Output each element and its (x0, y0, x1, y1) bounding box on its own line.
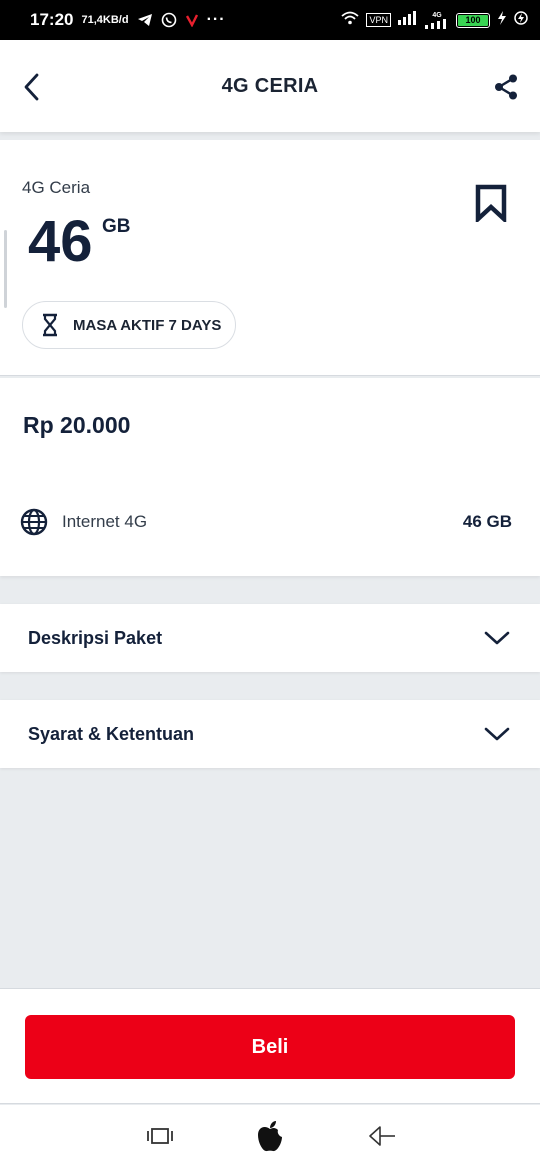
vpn-indicator: VPN (366, 13, 391, 27)
recent-apps-icon (147, 1128, 173, 1144)
apple-icon (258, 1121, 282, 1152)
recent-apps-button[interactable] (146, 1127, 174, 1150)
back-arrow-icon (369, 1126, 395, 1146)
package-price: Rp 20.000 (23, 412, 131, 438)
buy-button[interactable]: Beli (25, 1015, 515, 1079)
more-notifications-icon: ··· (206, 11, 226, 28)
hourglass-icon (43, 313, 57, 337)
telegram-icon (137, 13, 153, 27)
active-period-label: MASA AKTIF 7 DAYS (73, 316, 222, 334)
benefit-value: 46 GB (462, 512, 512, 531)
package-name: 4G Ceria (22, 178, 91, 197)
wifi-icon (341, 11, 360, 30)
status-time: 17:20 (30, 10, 74, 29)
share-button[interactable] (492, 73, 520, 101)
app-header: 4G CERIA (0, 40, 540, 132)
scroll-indicator (4, 230, 7, 308)
battery-icon: 100 (456, 12, 490, 28)
chevron-down-icon (484, 726, 510, 742)
whatsapp-icon (161, 12, 177, 28)
system-back-button[interactable] (368, 1125, 396, 1152)
signal-4g-icon: 4G (425, 12, 449, 29)
benefit-row: Internet 4G 46 GB (20, 506, 512, 538)
price-card: Rp 20.000 Internet 4G 46 GB (0, 378, 540, 576)
charging-icon (497, 10, 507, 30)
accordion-package-description[interactable]: Deskripsi Paket (0, 604, 540, 672)
share-icon (495, 74, 517, 100)
accordion-terms-conditions[interactable]: Syarat & Ketentuan (0, 700, 540, 768)
app-v-icon (185, 13, 199, 27)
package-card: 4G Ceria 46 GB MASA AKTIF 7 DAYS (0, 140, 540, 376)
accordion-title: Deskripsi Paket (28, 627, 163, 648)
accordion-title: Syarat & Ketentuan (28, 723, 195, 744)
buy-bar: Beli (0, 988, 540, 1104)
status-bar: 17:20 71,4KB/d ··· VPN 4G 100 (0, 0, 540, 40)
home-button[interactable] (255, 1119, 285, 1158)
bookmark-button[interactable] (474, 184, 508, 222)
benefit-label: Internet 4G (62, 512, 148, 531)
bookmark-icon (475, 184, 507, 222)
data-saver-icon (514, 10, 528, 30)
package-quota-unit: GB (102, 216, 131, 237)
active-period-badge: MASA AKTIF 7 DAYS (22, 301, 237, 349)
status-network-speed: 71,4KB/d (81, 14, 129, 26)
globe-icon (20, 508, 48, 536)
system-nav-bar (0, 1105, 540, 1170)
package-quota-value: 46 (28, 209, 93, 274)
page-title: 4G CERIA (221, 75, 319, 97)
signal-icon (398, 10, 418, 30)
chevron-down-icon (484, 630, 510, 646)
